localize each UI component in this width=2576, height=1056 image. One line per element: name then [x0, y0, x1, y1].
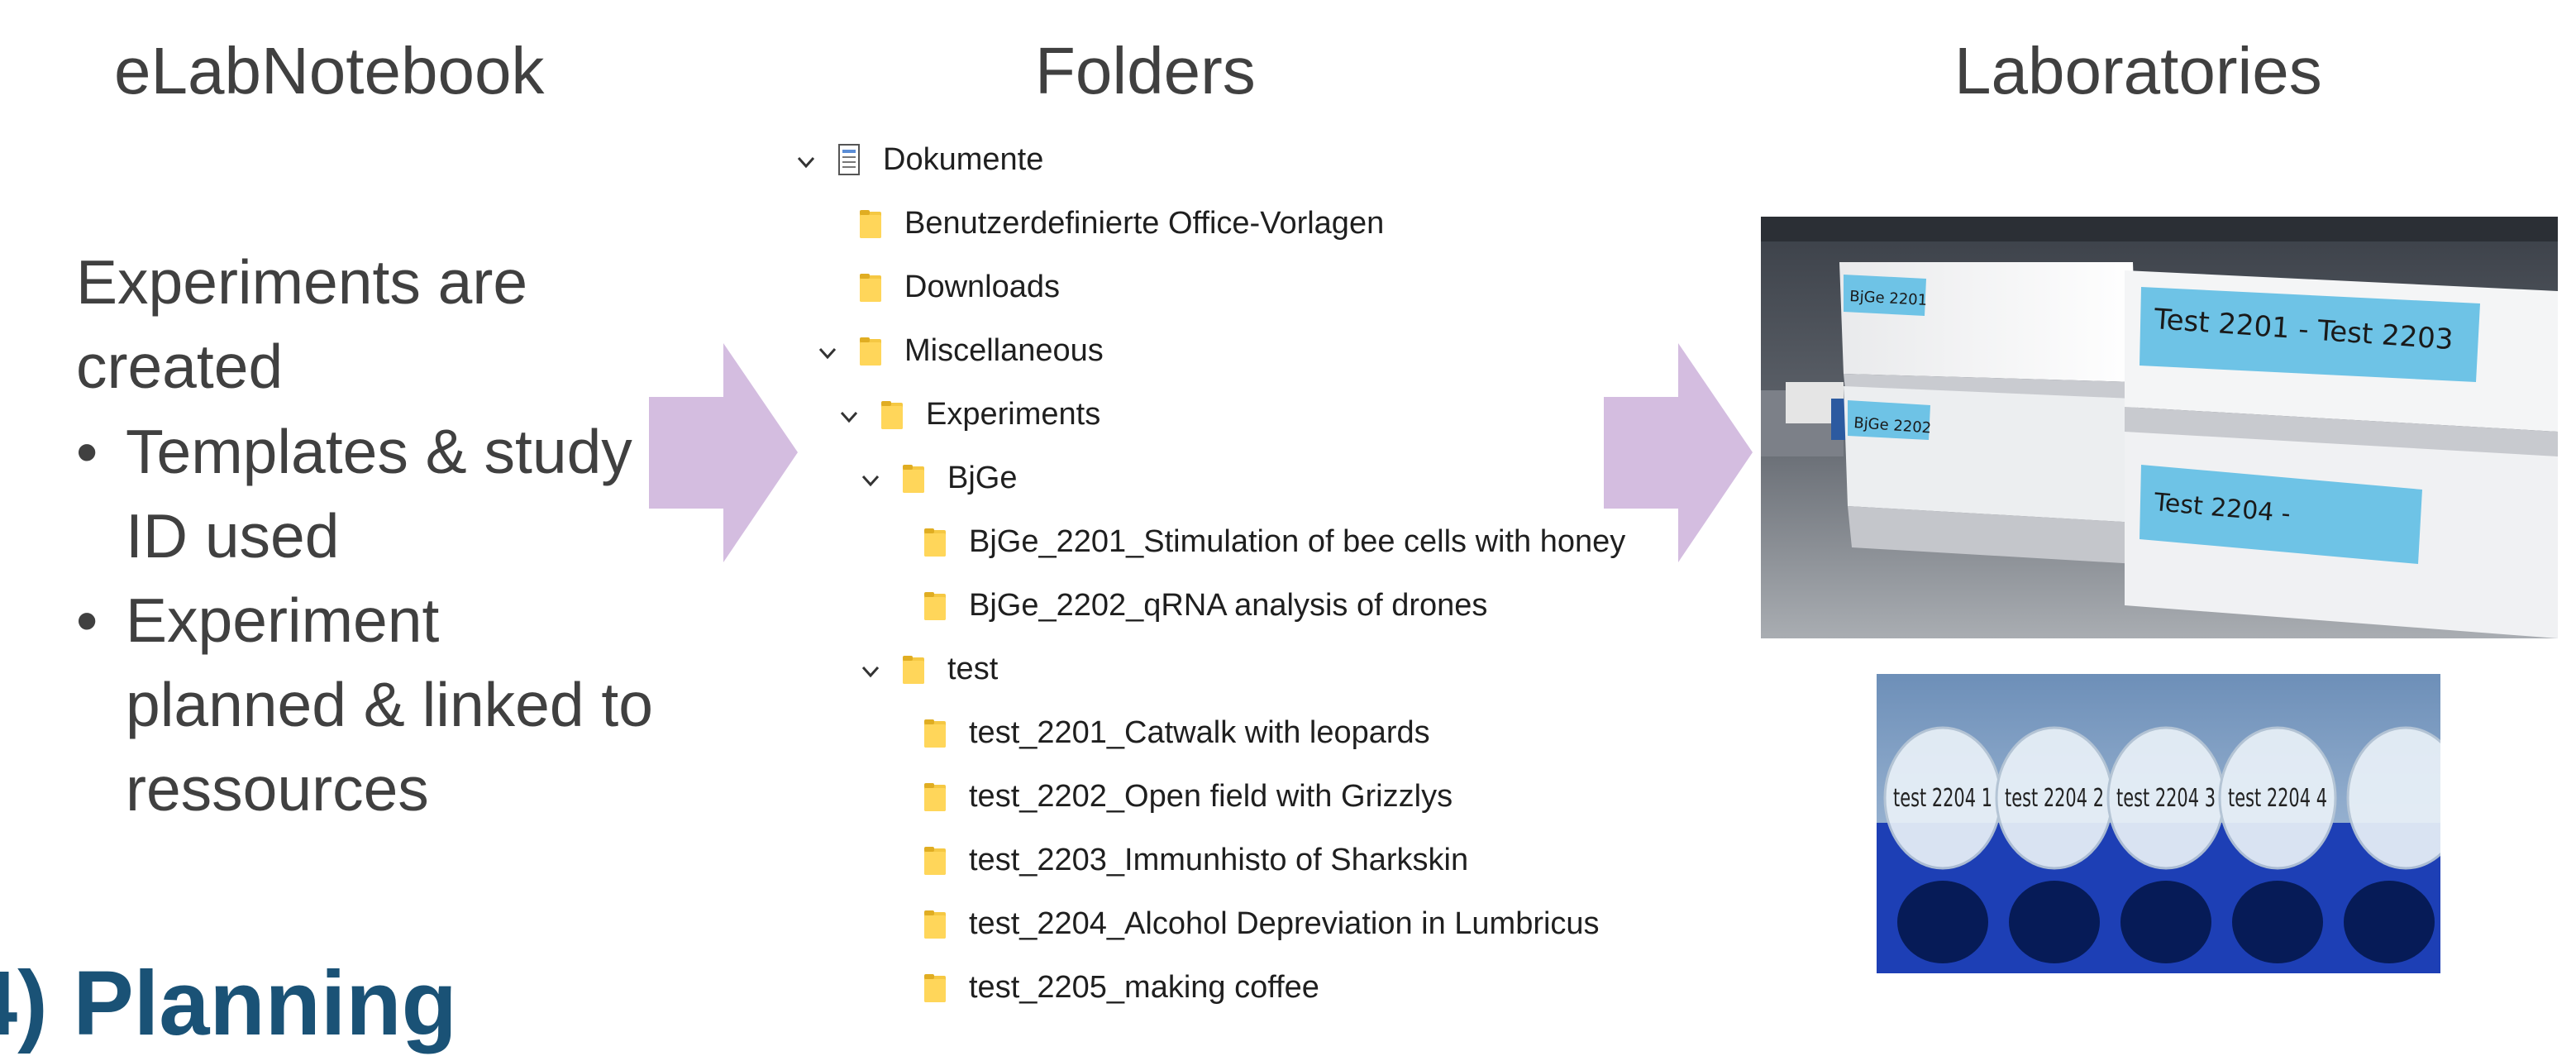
tree-node-label: Benutzerdefinierte Office-Vorlagen: [904, 205, 1385, 241]
chevron-down-icon[interactable]: [837, 402, 861, 427]
folder-icon: [923, 907, 947, 940]
tree-node-label: test_2204_Alcohol Depreviation in Lumbri…: [969, 905, 1600, 941]
bullet-text: Experiment planned & linked to ressource…: [126, 585, 653, 824]
chevron-down-icon[interactable]: [815, 338, 840, 363]
tree-node[interactable]: test_2205_making coffee: [880, 958, 1319, 1016]
tree-node[interactable]: test_2202_Open field with Grizzlys: [880, 767, 1453, 825]
tree-node[interactable]: Benutzerdefinierte Office-Vorlagen: [815, 194, 1384, 252]
tree-node-label: test_2202_Open field with Grizzlys: [969, 778, 1453, 814]
tree-node[interactable]: test_2201_Catwalk with leopards: [880, 704, 1430, 762]
tree-node-label: Dokumente: [883, 141, 1044, 177]
tube-text: test 2204 4: [2228, 784, 2327, 813]
tape-label: Test 2201 - Test 2203: [2140, 287, 2480, 382]
folder-icon: [923, 843, 947, 877]
lab-tubes-photo: test 2204 1 test 2204 2 test 2204 3 test…: [1877, 674, 2440, 973]
bullet-list: • Templates & study ID used • Experiment p…: [76, 409, 655, 831]
tree-node[interactable]: Miscellaneous: [815, 322, 1104, 380]
document-library-icon: [837, 143, 861, 176]
tree-node[interactable]: BjGe_2201_Stimulation of bee cells with …: [880, 513, 1625, 571]
folder-icon: [923, 971, 947, 1004]
tree-node[interactable]: test_2203_Immunhisto of Sharkskin: [880, 831, 1468, 889]
lab-boxes-photo: BjGe 2201 BjGe 2202 Test 2201 - Test 220…: [1761, 217, 2558, 638]
bullet-text: Templates & study ID used: [126, 417, 632, 571]
section-title: 4) Planning: [0, 953, 457, 1054]
heading-laboratories: Laboratories: [1954, 34, 2322, 108]
tree-node-label: BjGe_2201_Stimulation of bee cells with …: [969, 523, 1626, 559]
tree-node-label: BjGe: [947, 460, 1018, 495]
tree-node[interactable]: Experiments: [837, 385, 1100, 443]
right-arrow-icon: [649, 343, 798, 562]
tree-node-label: Miscellaneous: [904, 332, 1104, 368]
folder-icon: [923, 780, 947, 813]
tube-text: test 2204 1: [1893, 784, 1992, 813]
folder-icon: [901, 652, 926, 686]
tree-node-label: test: [947, 651, 999, 686]
tree-node[interactable]: BjGe_2202_qRNA analysis of drones: [880, 576, 1487, 634]
chevron-down-icon[interactable]: [794, 147, 818, 172]
tape-label: BjGe 2201: [1844, 275, 1928, 316]
bullet-item: • Experiment planned & linked to ressourc…: [76, 578, 655, 831]
folder-icon: [901, 461, 926, 495]
folder-icon: [858, 207, 883, 240]
folder-icon: [923, 525, 947, 558]
tree-node-label: test_2203_Immunhisto of Sharkskin: [969, 842, 1469, 877]
tree-node[interactable]: Downloads: [815, 258, 1060, 316]
folder-icon: [923, 589, 947, 622]
heading-elabnotebook: eLabNotebook: [114, 34, 545, 108]
tree-node-label: BjGe_2202_qRNA analysis of drones: [969, 587, 1488, 623]
tube-text: test 2204 3: [2116, 784, 2216, 813]
bullet-dot: •: [76, 417, 98, 486]
bullet-item: • Templates & study ID used: [76, 409, 655, 578]
folder-icon: [858, 270, 883, 303]
right-arrow-icon: [1604, 343, 1753, 562]
intro-text: Experiments are created: [76, 247, 528, 401]
tree-node-label: Experiments: [926, 396, 1101, 432]
chevron-down-icon[interactable]: [858, 466, 883, 490]
tape-label: BjGe 2202: [1848, 400, 1932, 440]
tree-node[interactable]: BjGe: [858, 449, 1017, 507]
tree-node[interactable]: test: [858, 640, 998, 698]
folder-icon: [858, 334, 883, 367]
tree-node-label: test_2205_making coffee: [969, 969, 1319, 1005]
folder-icon: [923, 716, 947, 749]
tube-text: test 2204 2: [2005, 784, 2104, 813]
bullet-dot: •: [76, 585, 98, 655]
tree-node-label: test_2201_Catwalk with leopards: [969, 714, 1430, 750]
tree-node-label: Downloads: [904, 269, 1060, 304]
heading-folders: Folders: [1035, 34, 1256, 108]
tree-node[interactable]: test_2204_Alcohol Depreviation in Lumbri…: [880, 895, 1600, 953]
folder-icon: [880, 398, 904, 431]
tree-node[interactable]: Dokumente: [794, 131, 1043, 189]
chevron-down-icon[interactable]: [858, 657, 883, 681]
